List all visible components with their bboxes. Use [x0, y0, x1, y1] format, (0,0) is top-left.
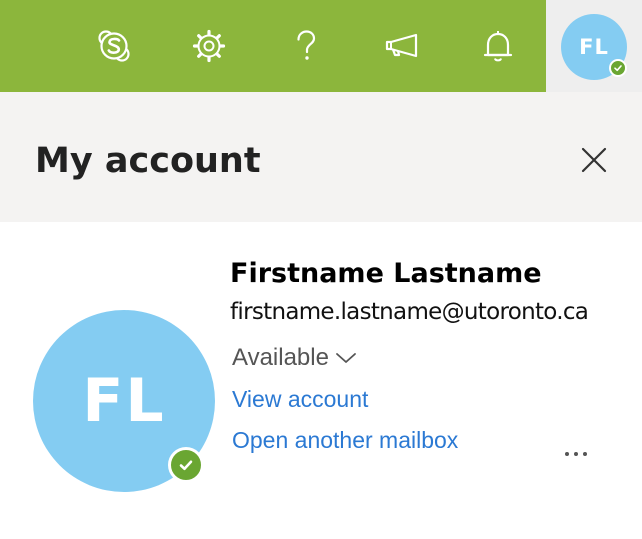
checkmark-icon [179, 460, 193, 471]
top-bar: FL [0, 0, 642, 92]
profile-initials: FL [82, 366, 166, 436]
whats-new-button[interactable] [378, 22, 426, 70]
presence-badge-large [168, 447, 204, 483]
open-another-mailbox-link[interactable]: Open another mailbox [232, 425, 458, 455]
chevron-down-icon [336, 353, 356, 363]
presence-badge [609, 59, 627, 77]
close-icon [581, 147, 607, 173]
status-label: Available [232, 344, 329, 371]
more-options-button[interactable] [556, 442, 596, 466]
avatar-initials: FL [579, 35, 609, 59]
megaphone-icon [385, 33, 418, 58]
user-email: firstname.lastname@utoronto.ca [230, 299, 589, 325]
user-name: Firstname Lastname [230, 258, 542, 289]
help-icon [297, 30, 316, 60]
panel-title: My account [35, 141, 261, 181]
close-button[interactable] [572, 138, 616, 182]
panel-header: My account [0, 92, 642, 222]
help-button[interactable] [282, 22, 330, 70]
more-dot [574, 452, 578, 456]
skype-button[interactable] [90, 22, 138, 70]
gear-icon [192, 29, 226, 63]
skype-icon [98, 30, 130, 62]
bell-icon [483, 31, 513, 62]
checkmark-icon [614, 65, 622, 72]
settings-button[interactable] [185, 22, 233, 70]
notifications-button[interactable] [474, 22, 522, 70]
more-dot [583, 452, 587, 456]
top-bar-background [0, 0, 546, 92]
more-dot [565, 452, 569, 456]
view-account-link[interactable]: View account [232, 384, 368, 414]
status-dropdown[interactable]: Available [232, 342, 357, 374]
